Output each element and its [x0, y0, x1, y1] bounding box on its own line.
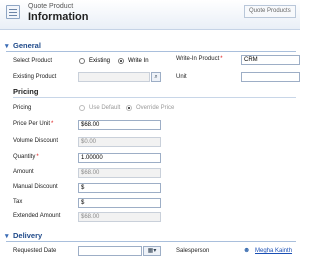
- write-in-product-label: Write-In Product*: [176, 56, 223, 62]
- form-header: Quote Product Information Quote Products: [0, 0, 300, 30]
- override-price-radio-label: Override Price: [136, 105, 175, 111]
- manual-discount-input[interactable]: $: [78, 183, 161, 193]
- form-title: Information: [28, 11, 89, 23]
- lookup-icon[interactable]: ⌕: [151, 72, 161, 82]
- requested-date-label: Requested Date: [13, 248, 57, 254]
- required-marker: *: [51, 121, 54, 127]
- write-in-product-input[interactable]: CRM: [241, 55, 300, 65]
- write-in-radio[interactable]: [118, 58, 124, 64]
- requested-date-input[interactable]: [78, 246, 142, 256]
- use-default-radio[interactable]: [79, 105, 85, 111]
- entity-name: Quote Product: [28, 3, 74, 10]
- extended-amount-label: Extended Amount: [13, 213, 61, 219]
- entity-selector[interactable]: Quote Products: [244, 5, 296, 18]
- salesperson-link[interactable]: Megha Kainth: [255, 248, 292, 254]
- volume-discount-input: $0.00: [78, 137, 161, 147]
- required-marker: *: [220, 56, 223, 62]
- required-marker: *: [36, 154, 39, 160]
- tax-input[interactable]: $: [78, 198, 161, 208]
- chevron-down-icon: ▾: [5, 43, 9, 50]
- use-default-radio-label: Use Default: [89, 105, 121, 111]
- existing-radio[interactable]: [79, 58, 85, 64]
- quantity-input[interactable]: 1.00000: [78, 153, 161, 163]
- existing-radio-label: Existing: [89, 58, 111, 64]
- price-per-unit-label: Price Per Unit*: [13, 121, 54, 127]
- unit-input[interactable]: [241, 72, 300, 82]
- existing-product-input[interactable]: [78, 72, 150, 82]
- extended-amount-input: $68.00: [78, 212, 161, 222]
- amount-input: $68.00: [78, 168, 161, 178]
- existing-product-label: Existing Product: [13, 74, 57, 80]
- quote-product-icon: [6, 5, 20, 19]
- section-divider: [6, 51, 296, 52]
- pricing-subsection-title: Pricing: [13, 87, 39, 96]
- salesperson-label: Salesperson: [176, 248, 210, 254]
- tax-label: Tax: [13, 199, 23, 205]
- price-per-unit-input[interactable]: $68.00: [78, 120, 161, 130]
- section-general-title: General: [13, 41, 41, 50]
- select-product-label: Select Product: [13, 58, 53, 64]
- section-divider: [6, 241, 296, 242]
- unit-label: Unit: [176, 74, 187, 80]
- subsection-divider: [13, 97, 296, 98]
- calendar-icon[interactable]: ▦▾: [143, 246, 161, 256]
- write-in-radio-label: Write In: [128, 58, 149, 64]
- quantity-label: Quantity*: [13, 154, 39, 160]
- amount-label: Amount: [13, 169, 34, 175]
- user-icon: ☻: [243, 247, 251, 254]
- pricing-label: Pricing: [13, 105, 32, 111]
- override-price-radio[interactable]: [126, 105, 132, 111]
- volume-discount-label: Volume Discount: [13, 138, 59, 144]
- section-delivery-title: Delivery: [13, 231, 43, 240]
- manual-discount-label: Manual Discount: [13, 184, 58, 190]
- chevron-down-icon: ▾: [5, 233, 9, 240]
